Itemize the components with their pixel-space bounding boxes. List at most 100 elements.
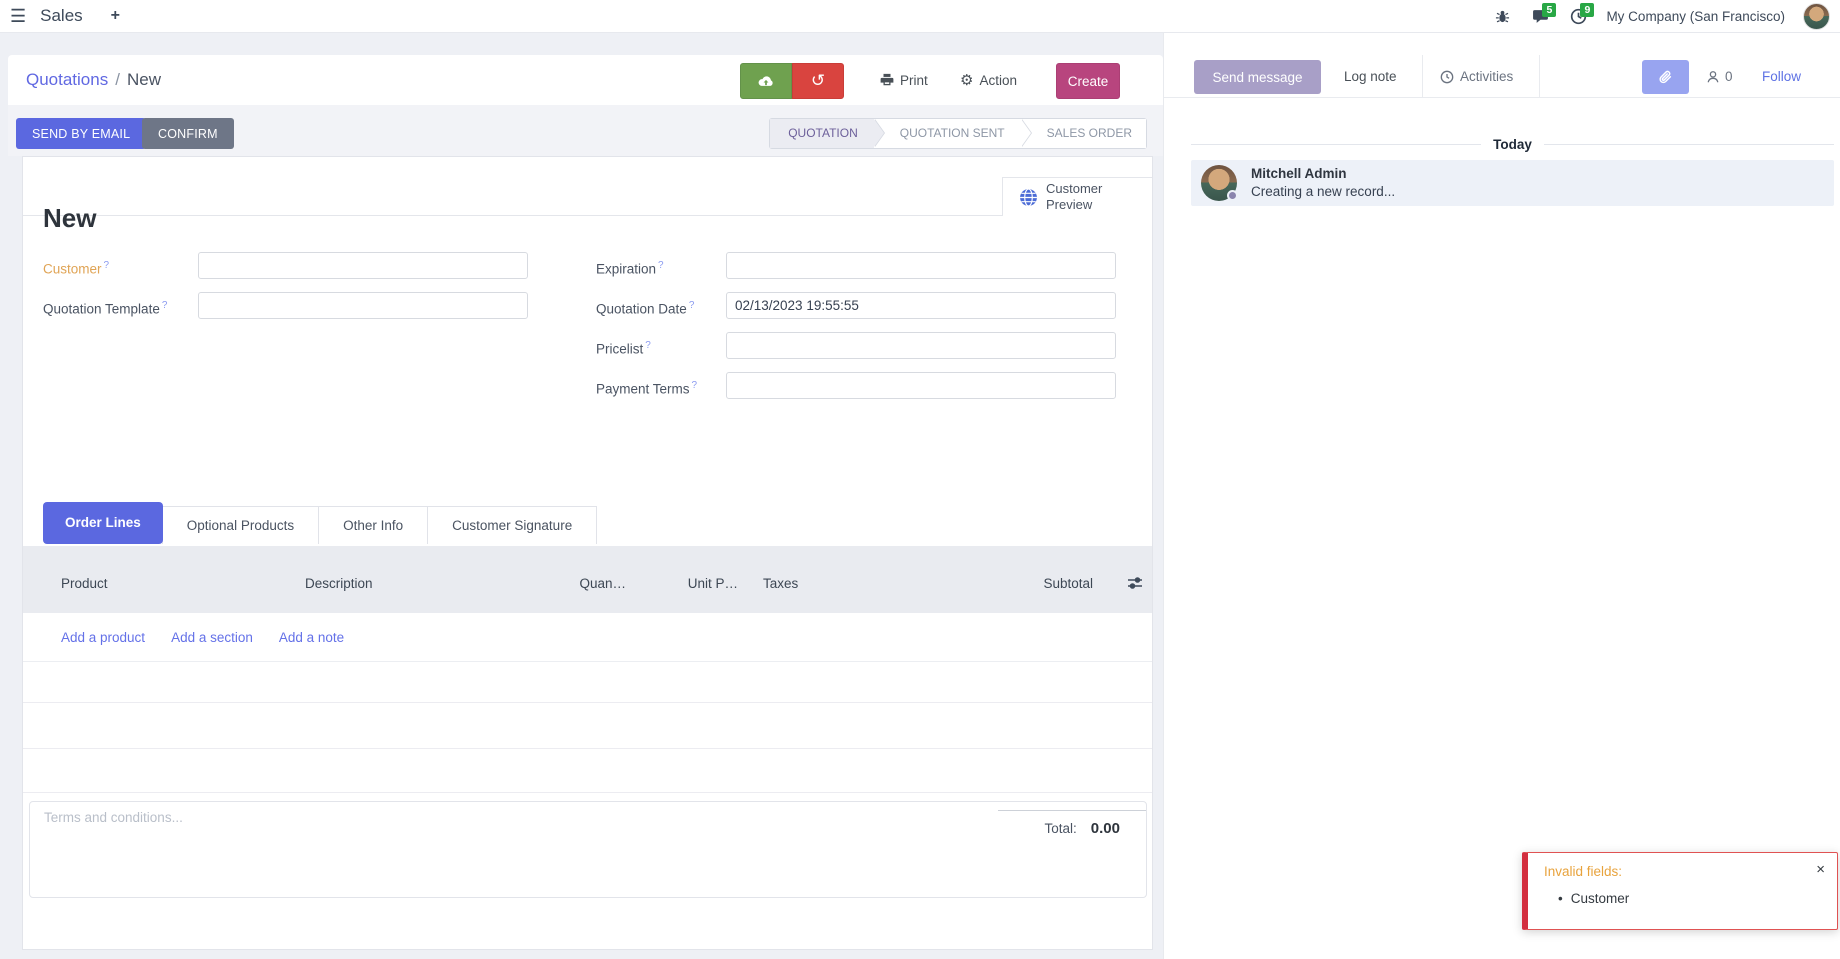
- new-tab-button[interactable]: +: [111, 7, 120, 25]
- send-message-button[interactable]: Send message: [1194, 60, 1321, 94]
- log-note-button[interactable]: Log note: [1344, 55, 1397, 98]
- terms-and-conditions-input[interactable]: [44, 810, 564, 890]
- create-button[interactable]: Create: [1056, 63, 1120, 99]
- form-statusbar: SEND BY EMAIL CONFIRM QUOTATION QUOTATIO…: [8, 105, 1163, 156]
- app-menu-sales[interactable]: Sales: [40, 6, 83, 26]
- debug-bug-icon[interactable]: [1492, 7, 1512, 27]
- column-unit-price[interactable]: Unit P…: [673, 576, 738, 591]
- top-navbar: ☰ Sales + 5 9 My Company (San Francisco): [0, 0, 1840, 33]
- add-a-note-link[interactable]: Add a note: [279, 630, 344, 645]
- action-label: Action: [979, 73, 1017, 88]
- empty-table-row: [23, 662, 1152, 703]
- chatter-panel: Send message Log note Activities 0: [1163, 33, 1840, 959]
- breadcrumb-quotations[interactable]: Quotations: [26, 70, 108, 90]
- company-switcher[interactable]: My Company (San Francisco): [1606, 9, 1785, 24]
- close-icon[interactable]: ×: [1816, 861, 1825, 878]
- column-quantity[interactable]: Quan…: [543, 576, 626, 591]
- column-description[interactable]: Description: [305, 576, 373, 591]
- message-author[interactable]: Mitchell Admin: [1251, 166, 1347, 181]
- notebook-tabs: Order Lines Optional Products Other Info…: [43, 502, 597, 544]
- menu-toggle-icon[interactable]: ☰: [10, 7, 26, 25]
- add-a-product-link[interactable]: Add a product: [61, 630, 145, 645]
- follow-button[interactable]: Follow: [1762, 55, 1801, 98]
- step-quotation[interactable]: QUOTATION: [770, 119, 874, 148]
- messages-menu-icon[interactable]: 5: [1530, 7, 1550, 27]
- column-taxes[interactable]: Taxes: [763, 576, 798, 591]
- expiration-label: Expiration?: [596, 252, 724, 279]
- quotation-template-label: Quotation Template?: [43, 292, 193, 319]
- breadcrumb: Quotations / New: [26, 55, 161, 105]
- order-lines-header: Product Description Quan… Unit P… Taxes …: [23, 546, 1152, 613]
- followers-button[interactable]: 0: [1706, 55, 1733, 98]
- total-label: Total:: [1045, 821, 1077, 836]
- tab-order-lines[interactable]: Order Lines: [43, 502, 163, 544]
- statusbar-steps: QUOTATION QUOTATION SENT SALES ORDER: [769, 118, 1147, 149]
- pricelist-input[interactable]: [726, 332, 1116, 359]
- save-button[interactable]: [740, 63, 792, 99]
- chatter-message: Mitchell Admin Creating a new record...: [1191, 160, 1834, 206]
- toast-title: Invalid fields:: [1544, 864, 1622, 879]
- help-icon: ?: [104, 260, 110, 271]
- step-sales-order[interactable]: SALES ORDER: [1021, 119, 1146, 148]
- tab-optional-products[interactable]: Optional Products: [162, 506, 319, 544]
- help-icon: ?: [689, 300, 695, 311]
- confirm-button[interactable]: CONFIRM: [142, 118, 234, 149]
- record-title: New: [43, 203, 96, 234]
- activities-count-badge: 9: [1580, 3, 1594, 18]
- navbar-left: ☰ Sales +: [0, 6, 120, 26]
- tab-customer-signature[interactable]: Customer Signature: [427, 506, 597, 544]
- person-icon: [1706, 70, 1720, 84]
- subtotal-footer: Total: 0.00: [998, 810, 1146, 837]
- column-product[interactable]: Product: [61, 576, 108, 591]
- divider: [1539, 55, 1540, 98]
- pricelist-label: Pricelist?: [596, 332, 724, 359]
- column-subtotal[interactable]: Subtotal: [1003, 576, 1093, 591]
- print-menu-button[interactable]: Print: [880, 55, 928, 105]
- divider-line: [1544, 144, 1834, 145]
- add-line-row: Add a product Add a section Add a note: [23, 613, 1152, 662]
- order-footer: Total: 0.00: [29, 801, 1147, 898]
- quotation-template-input[interactable]: [198, 292, 528, 319]
- discard-button[interactable]: ↺: [792, 63, 844, 99]
- help-icon: ?: [162, 300, 168, 311]
- control-panel: Quotations / New ↺ Print ⚙ Action Create: [8, 55, 1163, 105]
- button-box-row: Customer Preview: [23, 157, 1152, 216]
- action-menu-button[interactable]: ⚙ Action: [960, 55, 1017, 105]
- message-body: Creating a new record...: [1251, 184, 1395, 199]
- customer-preview-button[interactable]: Customer Preview: [1002, 177, 1152, 216]
- breadcrumb-current: New: [127, 70, 161, 90]
- form-sheet: Customer Preview New Customer? Quotation…: [22, 156, 1153, 950]
- follower-count: 0: [1725, 69, 1733, 84]
- payment-terms-input[interactable]: [726, 372, 1116, 399]
- odoo-app: ☰ Sales + 5 9 My Company (San Francisco)…: [0, 0, 1840, 959]
- expiration-input[interactable]: [726, 252, 1116, 279]
- breadcrumb-separator: /: [115, 70, 120, 90]
- add-a-section-link[interactable]: Add a section: [171, 630, 253, 645]
- globe-icon: [1019, 188, 1038, 207]
- author-status-dot: [1227, 190, 1238, 201]
- step-quotation-sent[interactable]: QUOTATION SENT: [874, 119, 1021, 148]
- invalid-fields-toast: Invalid fields: × Customer: [1522, 852, 1838, 930]
- customer-input[interactable]: [198, 252, 528, 279]
- divider-line: [1191, 144, 1481, 145]
- invalid-field-item: Customer: [1558, 891, 1629, 906]
- help-icon: ?: [692, 380, 698, 391]
- chatter-topbar: Send message Log note Activities 0: [1164, 55, 1840, 98]
- paperclip-icon: [1658, 70, 1673, 85]
- messages-count-badge: 5: [1542, 3, 1556, 18]
- cloud-upload-icon: [758, 75, 774, 88]
- empty-table-row: [23, 703, 1152, 749]
- gear-icon: ⚙: [960, 73, 973, 88]
- customer-label: Customer?: [43, 252, 193, 279]
- customer-preview-label: Customer Preview: [1046, 181, 1116, 212]
- send-by-email-button[interactable]: SEND BY EMAIL: [16, 118, 146, 149]
- activities-menu-icon[interactable]: 9: [1568, 7, 1588, 27]
- tab-other-info[interactable]: Other Info: [318, 506, 428, 544]
- navbar-right: 5 9 My Company (San Francisco): [1492, 0, 1840, 33]
- printer-icon: [880, 73, 894, 87]
- user-avatar[interactable]: [1803, 3, 1830, 30]
- attach-files-button[interactable]: [1642, 60, 1689, 94]
- schedule-activity-button[interactable]: Activities: [1440, 55, 1513, 98]
- quotation-date-input[interactable]: [726, 292, 1116, 319]
- optional-columns-icon[interactable]: [1126, 574, 1146, 594]
